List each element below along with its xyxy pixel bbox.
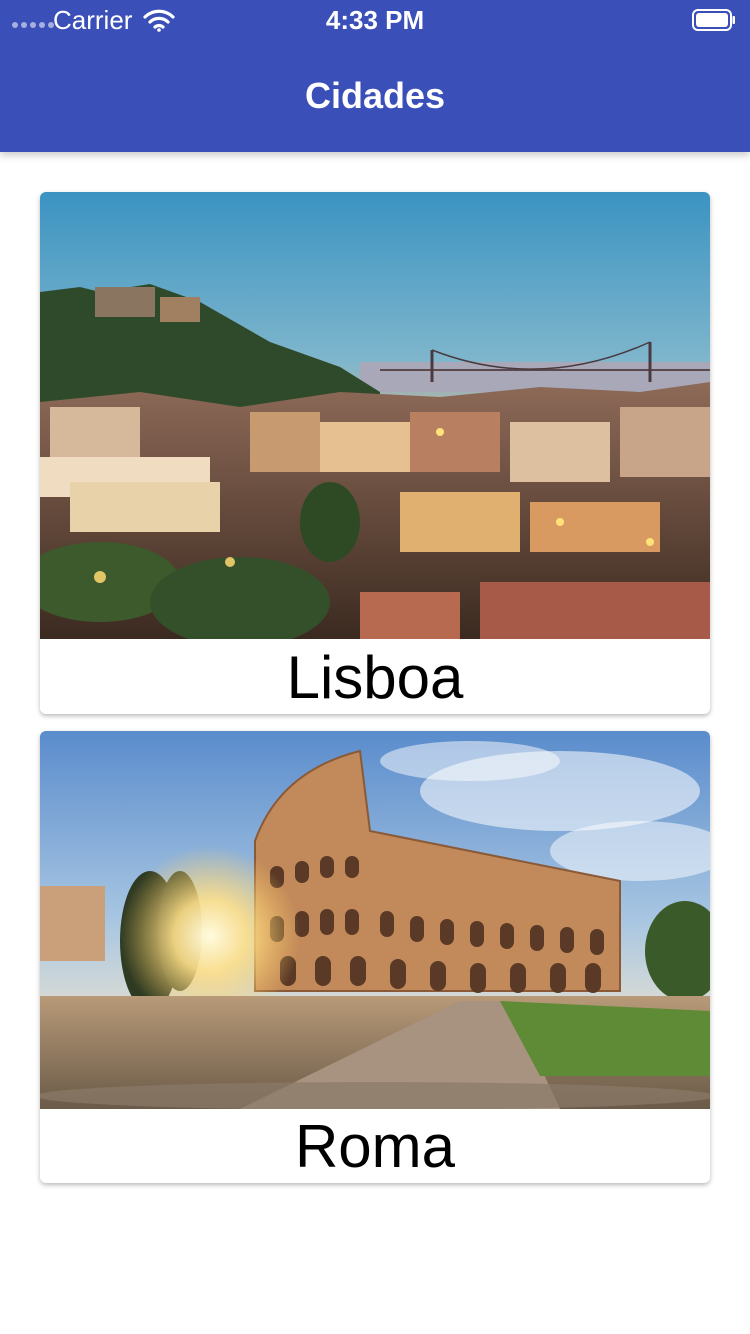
city-card-roma[interactable]: Roma <box>40 731 710 1183</box>
lisbon-city-image <box>40 192 710 639</box>
status-time: 4:33 PM <box>325 5 425 35</box>
city-card-lisboa[interactable]: Lisboa <box>40 192 710 714</box>
page-title: Cidades <box>304 75 446 116</box>
city-name-label: Lisboa <box>286 644 464 711</box>
app-screen: Carrier 4:33 PM Cidades Lisboa Roma <box>0 0 750 1334</box>
city-name-label: Roma <box>294 1113 456 1180</box>
battery-icon <box>692 9 735 31</box>
status-bar: Carrier 4:33 PM <box>0 0 750 40</box>
rome-city-image <box>40 731 710 1109</box>
app-header: Carrier 4:33 PM Cidades <box>0 0 750 152</box>
